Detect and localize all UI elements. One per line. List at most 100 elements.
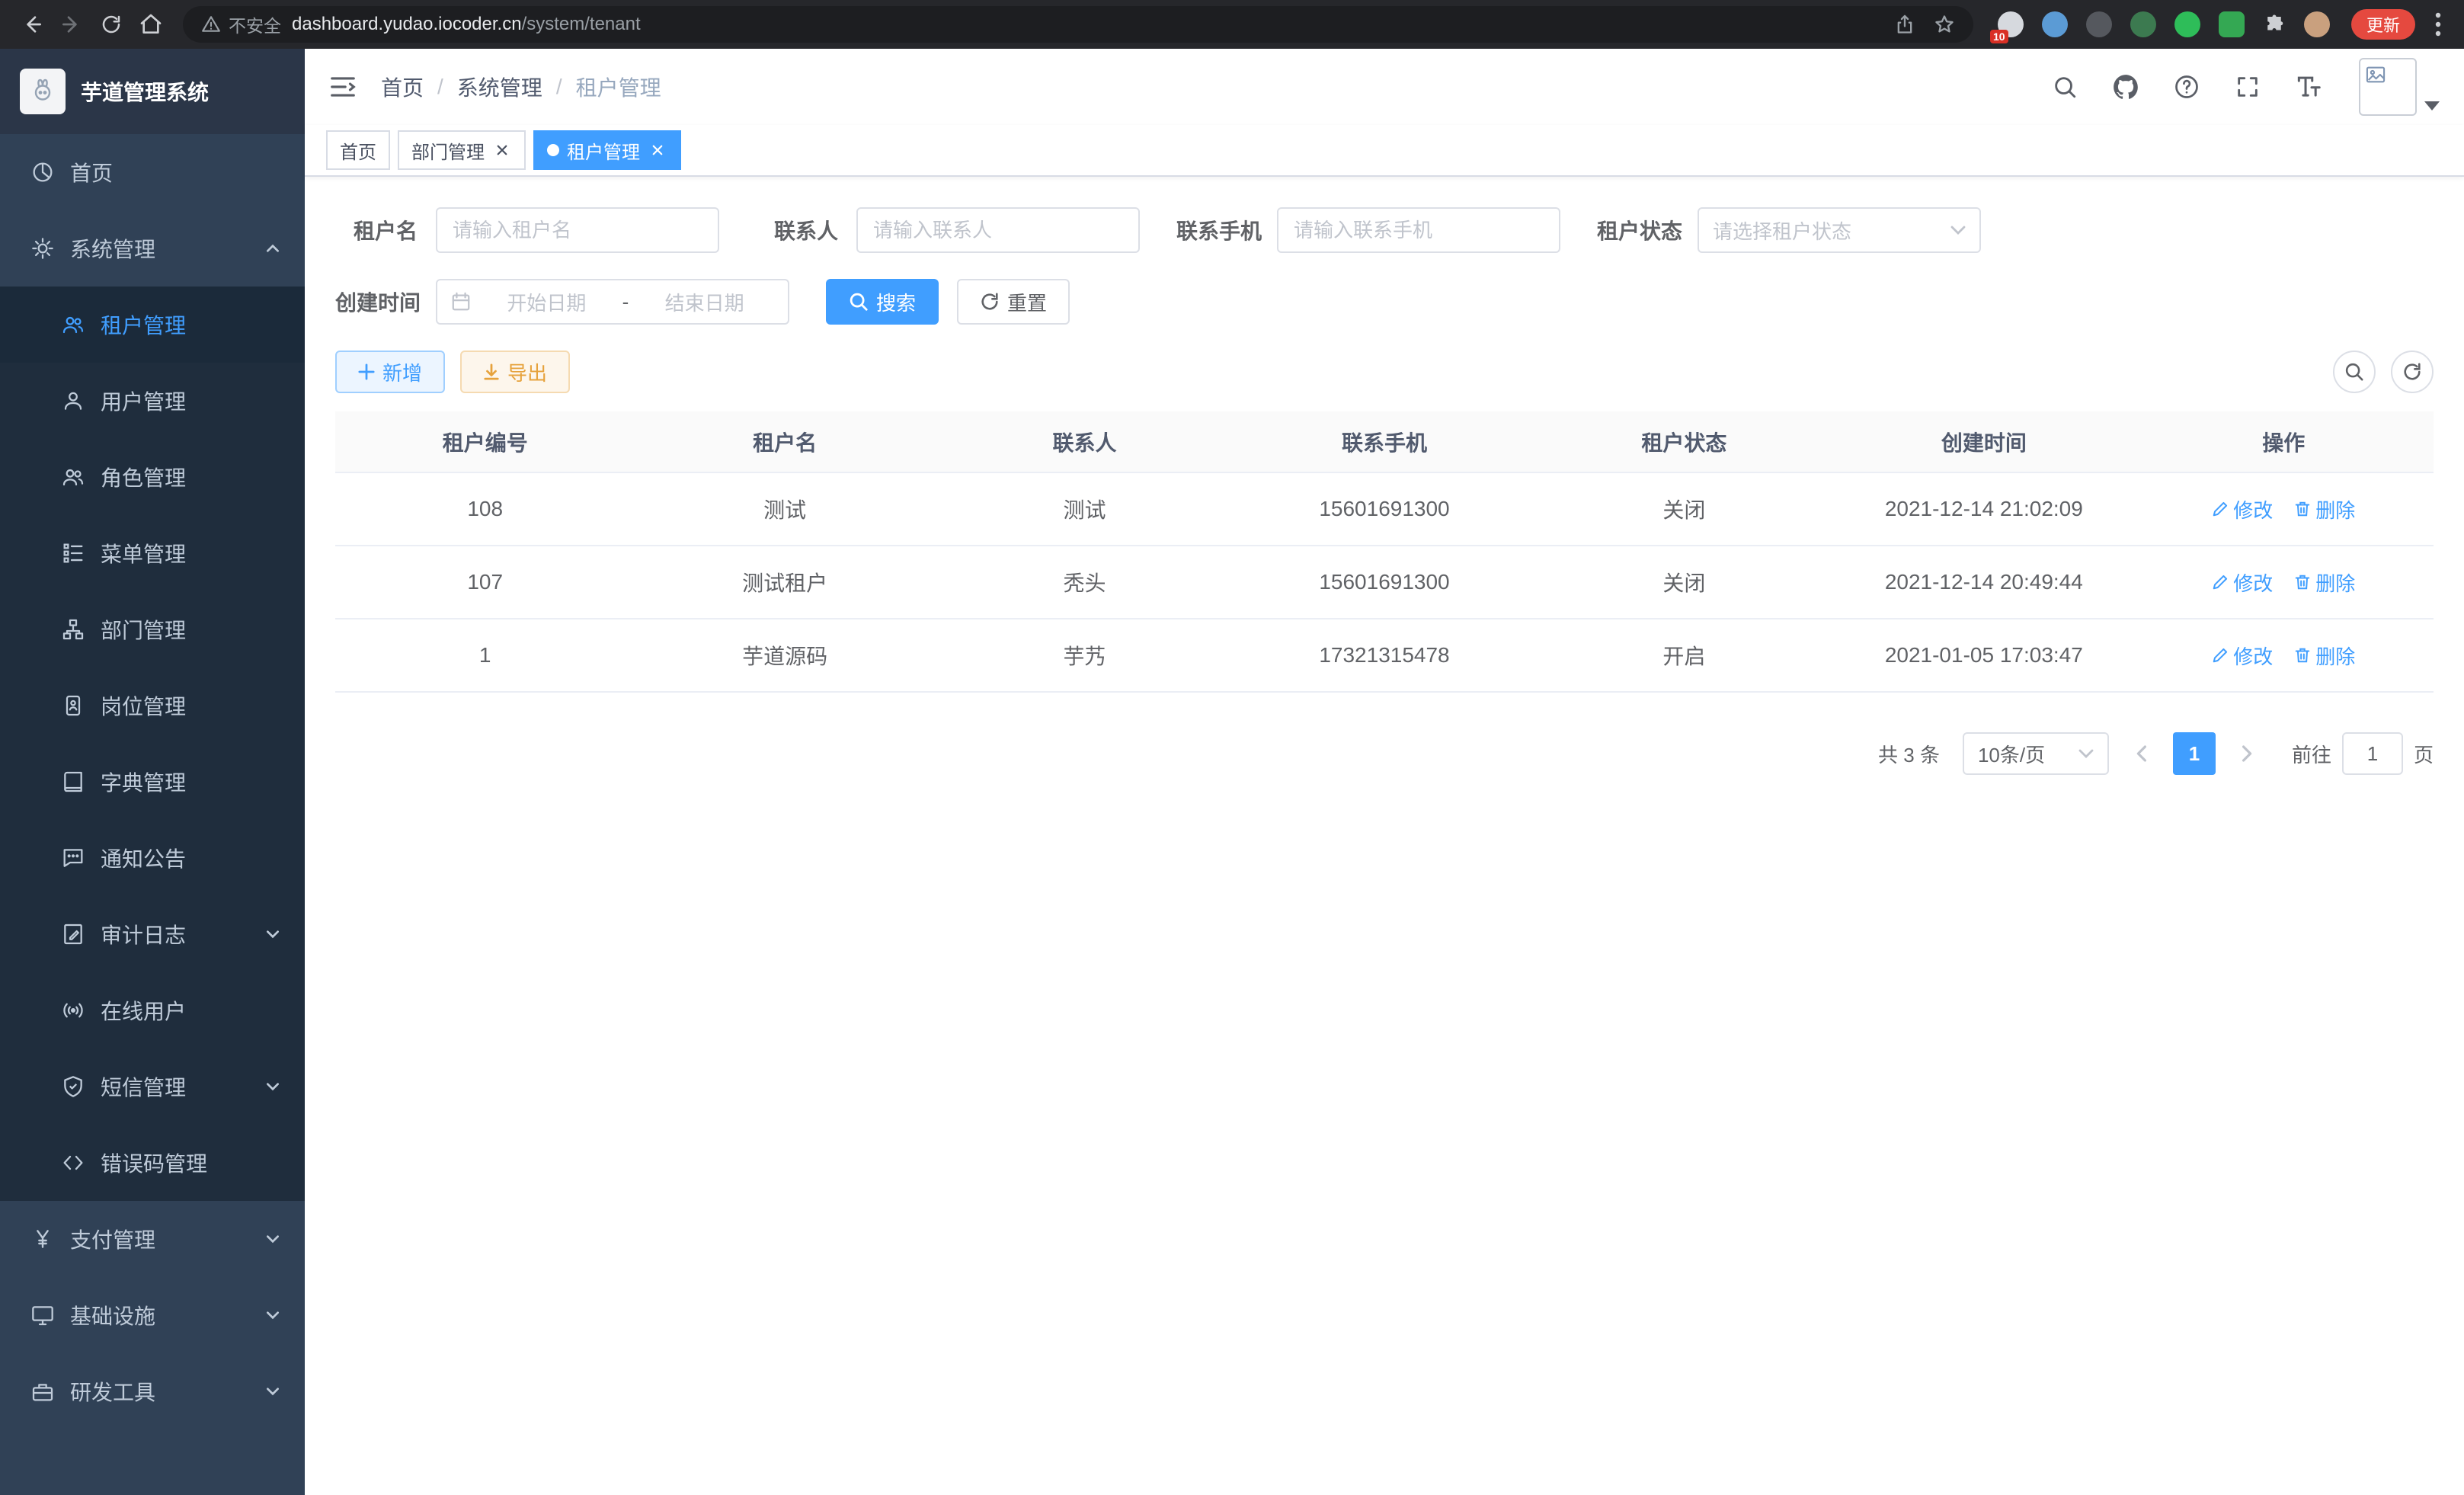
- date-start-placeholder: 开始日期: [477, 288, 616, 316]
- date-end-placeholder: 结束日期: [635, 288, 774, 316]
- page-size-select[interactable]: 10条/页: [1963, 732, 2109, 775]
- user-avatar[interactable]: [2359, 58, 2440, 116]
- close-icon[interactable]: [648, 140, 667, 160]
- sidebar-item-menu[interactable]: 菜单管理: [0, 515, 305, 591]
- page-number-current[interactable]: 1: [2173, 732, 2216, 775]
- contact-label: 联系人: [756, 215, 856, 245]
- reset-button[interactable]: 重置: [957, 279, 1070, 325]
- sidebar-item-dept[interactable]: 部门管理: [0, 591, 305, 667]
- search-button[interactable]: 搜索: [826, 279, 939, 325]
- sidebar-item-dict[interactable]: 字典管理: [0, 744, 305, 820]
- toolbox-icon: [30, 1379, 55, 1404]
- extension-badge: 10: [1990, 30, 2008, 43]
- home-icon[interactable]: [131, 6, 171, 43]
- address-bar[interactable]: 不安全 dashboard.yudao.iocoder.cn/system/te…: [183, 6, 1973, 43]
- yen-icon: [30, 1227, 55, 1251]
- sidebar-item-payment[interactable]: 支付管理: [0, 1201, 305, 1277]
- breadcrumb-separator: /: [437, 75, 443, 99]
- sidebar-item-tenant[interactable]: 租户管理: [0, 287, 305, 363]
- org-tree-icon: [61, 617, 85, 642]
- tenant-name-input[interactable]: [436, 207, 719, 253]
- refresh-table-button[interactable]: [2391, 351, 2434, 393]
- delete-button[interactable]: 删除: [2294, 642, 2355, 670]
- filter-tenant-name: 租户名: [335, 207, 719, 253]
- tab-tenant[interactable]: 租户管理: [533, 130, 681, 170]
- table-toolbar: 新增 导出: [335, 351, 2434, 393]
- phone-input[interactable]: [1277, 207, 1560, 253]
- sidebar-item-post[interactable]: 岗位管理: [0, 667, 305, 744]
- status-select-placeholder: 请选择租户状态: [1713, 216, 1851, 245]
- breadcrumb-system[interactable]: 系统管理: [457, 72, 542, 102]
- share-icon[interactable]: [1894, 14, 1915, 35]
- bookmark-star-icon[interactable]: [1934, 14, 1955, 35]
- monitor-icon: [30, 1303, 55, 1327]
- sidebar-item-infra[interactable]: 基础设施: [0, 1277, 305, 1353]
- close-icon[interactable]: [492, 140, 512, 160]
- browser-menu-icon[interactable]: [2424, 12, 2452, 37]
- sidebar-item-role[interactable]: 角色管理: [0, 439, 305, 515]
- fullscreen-icon[interactable]: [2231, 70, 2264, 104]
- caret-down-icon: [2424, 101, 2440, 116]
- delete-button[interactable]: 删除: [2294, 495, 2355, 523]
- cell-id: 1: [335, 619, 635, 692]
- sidebar-item-system[interactable]: 系统管理: [0, 210, 305, 287]
- sidebar-item-auditlog[interactable]: 审计日志: [0, 896, 305, 972]
- edit-button[interactable]: 修改: [2212, 642, 2273, 670]
- font-size-icon[interactable]: [2292, 70, 2325, 104]
- back-icon[interactable]: [12, 6, 52, 43]
- tab-dept[interactable]: 部门管理: [398, 130, 526, 170]
- site-security-indicator[interactable]: 不安全: [201, 11, 281, 37]
- tab-home[interactable]: 首页: [326, 130, 390, 170]
- profile-avatar-icon[interactable]: [2304, 11, 2330, 37]
- app-logo[interactable]: 芋道管理系统: [0, 49, 305, 134]
- github-icon[interactable]: [2109, 70, 2142, 104]
- sidebar-item-online[interactable]: 在线用户: [0, 972, 305, 1048]
- chevron-down-icon: [265, 1384, 280, 1399]
- edit-button[interactable]: 修改: [2212, 568, 2273, 597]
- contact-input[interactable]: [856, 207, 1140, 253]
- toggle-search-button[interactable]: [2333, 351, 2376, 393]
- extension-icon-2[interactable]: [2042, 11, 2068, 37]
- reload-icon[interactable]: [91, 6, 131, 43]
- next-page-icon[interactable]: [2229, 732, 2266, 775]
- sidebar-menu: 首页 系统管理 租户管理 用户管理 角色管理: [0, 134, 305, 1495]
- sidebar-item-errorcode[interactable]: 错误码管理: [0, 1125, 305, 1201]
- edit-button[interactable]: 修改: [2212, 495, 2273, 523]
- date-range-picker[interactable]: 开始日期 - 结束日期: [436, 279, 789, 325]
- help-icon[interactable]: [2170, 70, 2203, 104]
- cell-actions: 修改删除: [2134, 619, 2434, 692]
- app-title: 芋道管理系统: [81, 76, 209, 107]
- goto-page-input[interactable]: [2342, 732, 2403, 775]
- chevron-down-icon: [265, 1231, 280, 1247]
- sidebar-item-label: 在线用户: [101, 995, 186, 1026]
- breadcrumb-home[interactable]: 首页: [381, 72, 424, 102]
- status-label: 租户状态: [1597, 215, 1698, 245]
- sidebar-item-notice[interactable]: 通知公告: [0, 820, 305, 896]
- extension-icon-1[interactable]: 10: [1998, 11, 2024, 37]
- create-time-label: 创建时间: [335, 287, 436, 317]
- extensions-puzzle-icon[interactable]: [2263, 13, 2286, 36]
- extension-icon-5[interactable]: [2174, 11, 2200, 37]
- extension-icon-4[interactable]: [2130, 11, 2156, 37]
- tab-label: 部门管理: [411, 137, 485, 164]
- prev-page-icon[interactable]: [2123, 732, 2159, 775]
- extension-icon-6[interactable]: [2219, 11, 2245, 37]
- header-search-icon[interactable]: [2048, 70, 2082, 104]
- pencil-icon: [2212, 647, 2229, 664]
- table-row: 108 测试 测试 15601691300 关闭 2021-12-14 21:0…: [335, 472, 2434, 546]
- forward-icon[interactable]: [52, 6, 91, 43]
- export-button[interactable]: 导出: [460, 351, 570, 393]
- sidebar-item-user[interactable]: 用户管理: [0, 363, 305, 439]
- sidebar-item-home[interactable]: 首页: [0, 134, 305, 210]
- sidebar-toggle-icon[interactable]: [305, 49, 381, 125]
- browser-update-button[interactable]: 更新: [2351, 9, 2415, 40]
- extension-icon-3[interactable]: [2086, 11, 2112, 37]
- status-select[interactable]: 请选择租户状态: [1698, 207, 1981, 253]
- sidebar-item-devtools[interactable]: 研发工具: [0, 1353, 305, 1429]
- sidebar-item-sms[interactable]: 短信管理: [0, 1048, 305, 1125]
- delete-button[interactable]: 删除: [2294, 568, 2355, 597]
- search-icon: [2344, 362, 2364, 382]
- add-button[interactable]: 新增: [335, 351, 445, 393]
- tags-view-bar: 首页 部门管理 租户管理: [305, 125, 2464, 177]
- plus-icon: [358, 363, 375, 380]
